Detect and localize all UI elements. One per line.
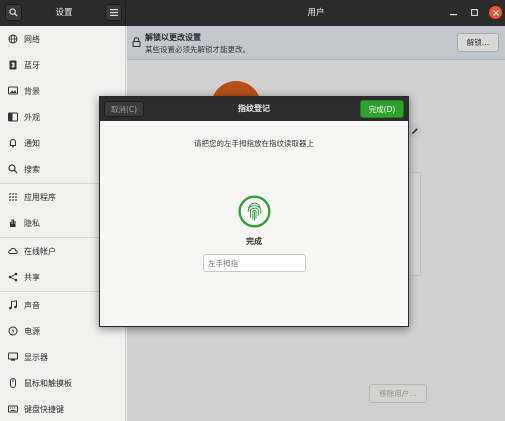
keyboard-icon: [8, 404, 18, 414]
hamburger-menu-icon: [109, 9, 118, 16]
music-note-icon: [8, 300, 18, 310]
sidebar-title: 设置: [55, 8, 73, 18]
minimize-button[interactable]: [447, 6, 460, 19]
finger-name-field[interactable]: [203, 254, 306, 272]
privacy-hand-icon: [8, 218, 18, 228]
enroll-instruction: 请把您的左手拇指放在指纹读取器上: [194, 139, 314, 148]
sidebar-item-label: 在线帐户: [24, 246, 56, 256]
sidebar-item-label: 网络: [24, 34, 40, 44]
sidebar-header: 设置: [0, 0, 126, 26]
close-icon: [492, 9, 499, 16]
sidebar-item-mouse-touchpad[interactable]: 鼠标和触摸板: [0, 370, 126, 396]
sidebar-item-label: 共享: [24, 272, 40, 282]
sidebar-item-label: 电源: [24, 326, 40, 336]
sidebar-item-label: 隐私: [24, 218, 40, 228]
cloud-icon: [8, 246, 18, 256]
sidebar-item-displays[interactable]: 显示器: [0, 344, 126, 370]
share-icon: [8, 272, 18, 282]
network-icon: [8, 34, 18, 44]
sidebar-item-label: 鼠标和触摸板: [24, 378, 72, 388]
sidebar-item-network[interactable]: 网络: [0, 26, 126, 52]
fingerprint-enroll-dialog: 指纹登记 取消(C) 完成(D) 请把您的左手拇指放在指纹读取器上 完成: [99, 96, 409, 327]
header-bar: 设置 用户: [0, 0, 505, 26]
bell-icon: [8, 138, 18, 148]
menu-button[interactable]: [105, 4, 122, 21]
sidebar-item-label: 应用程序: [24, 192, 56, 202]
sidebar-item-label: 键盘快捷键: [24, 404, 64, 414]
background-icon: [8, 86, 18, 96]
bluetooth-icon: [8, 60, 18, 70]
minimize-icon: [450, 14, 457, 16]
close-button[interactable]: [489, 6, 502, 19]
sidebar-item-keyboard-shortcuts[interactable]: 键盘快捷键: [0, 396, 126, 421]
appearance-icon: [8, 112, 18, 122]
sidebar-item-bluetooth[interactable]: 蓝牙: [0, 52, 126, 78]
enroll-status: 完成: [246, 237, 262, 246]
search-icon: [8, 164, 18, 174]
maximize-icon: [471, 9, 478, 16]
apps-grid-icon: [8, 192, 18, 202]
sidebar-item-label: 蓝牙: [24, 60, 40, 70]
done-button[interactable]: 完成(D): [360, 100, 404, 118]
sidebar-item-label: 背景: [24, 86, 40, 96]
power-icon: [8, 326, 18, 336]
search-button[interactable]: [5, 4, 22, 21]
sidebar-item-label: 搜索: [24, 164, 40, 174]
cancel-button[interactable]: 取消(C): [104, 101, 144, 117]
mouse-icon: [8, 378, 18, 388]
sidebar-item-label: 外观: [24, 112, 40, 122]
fingerprint-icon: [238, 195, 271, 228]
sidebar-item-label: 显示器: [24, 352, 48, 362]
sidebar-item-label: 声音: [24, 300, 40, 310]
sidebar-item-label: 通知: [24, 138, 40, 148]
search-icon: [9, 8, 18, 17]
display-icon: [8, 352, 18, 362]
maximize-button[interactable]: [468, 6, 481, 19]
dialog-header: 指纹登记 取消(C) 完成(D): [100, 97, 408, 121]
